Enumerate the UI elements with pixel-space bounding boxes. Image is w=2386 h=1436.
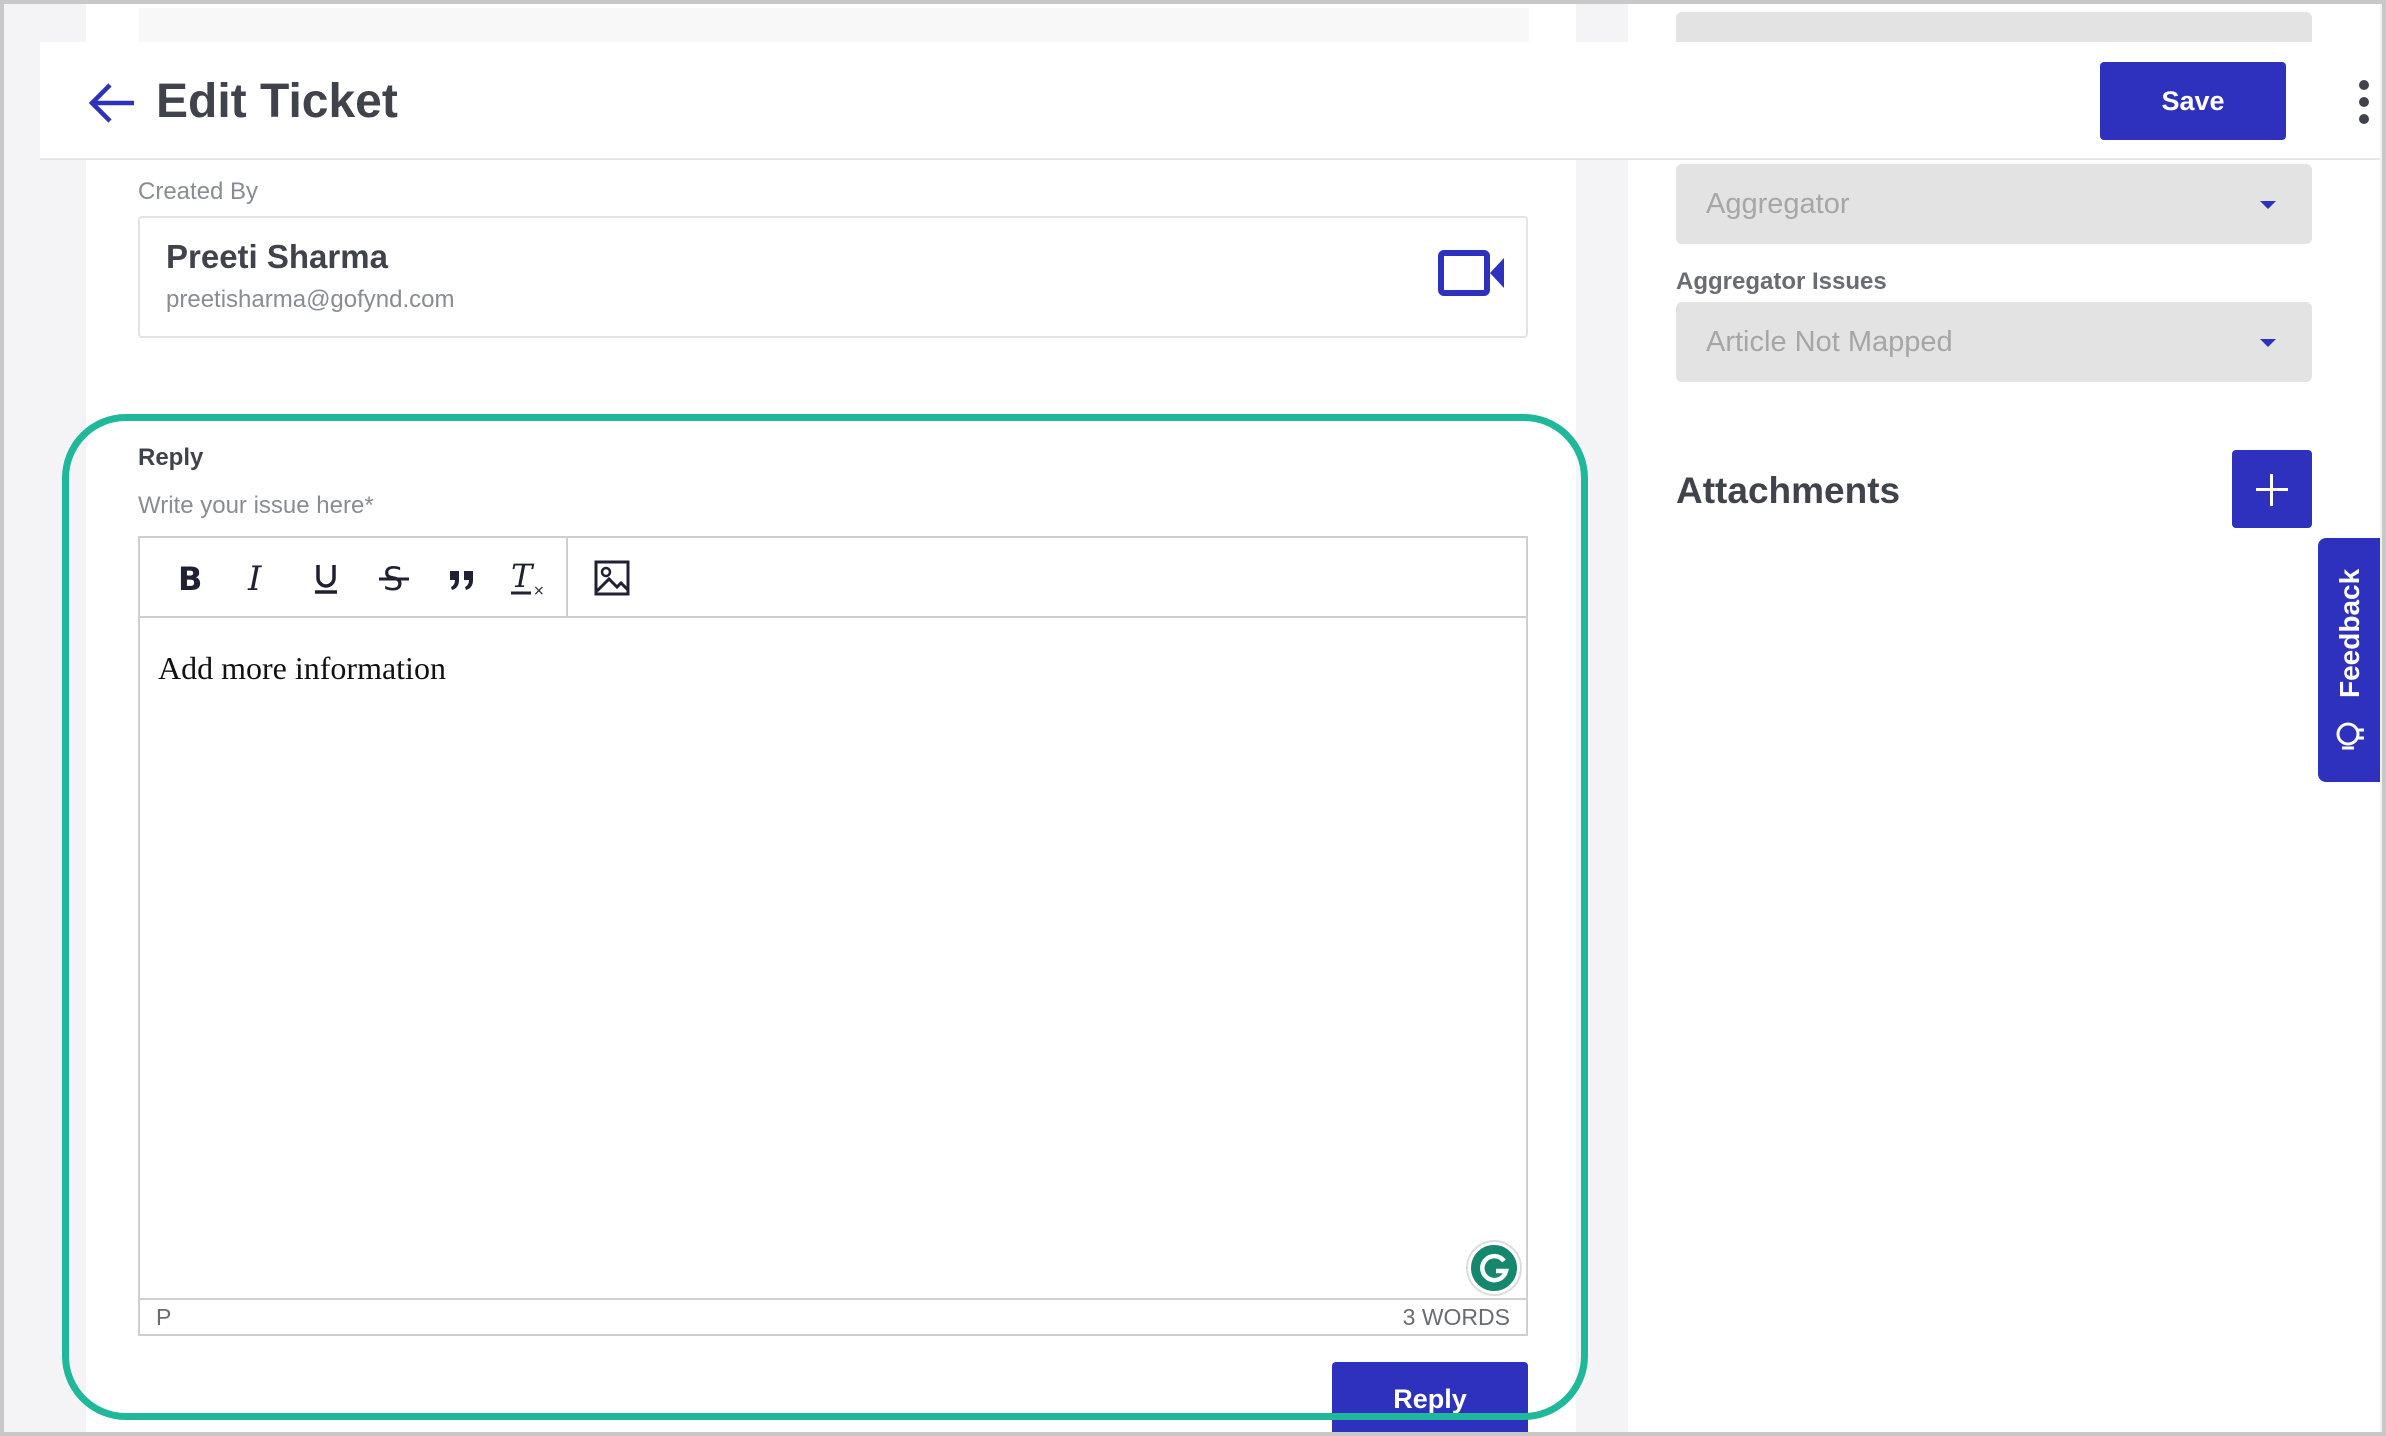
attachments-title: Attachments xyxy=(1676,470,1901,511)
creator-name: Preeti Sharma xyxy=(166,238,388,275)
element-path: P xyxy=(156,1304,172,1330)
editor-content: Add more information xyxy=(158,650,446,686)
column-gutter xyxy=(1576,4,1628,1432)
scrollbar-track[interactable] xyxy=(2380,4,2382,1432)
aggregator-value: Aggregator xyxy=(1706,188,1850,220)
aggregator-issues-label: Aggregator Issues xyxy=(1676,268,1887,295)
page-header: Edit Ticket Save xyxy=(40,42,2380,160)
bold-icon[interactable]: B xyxy=(164,552,216,604)
caret-down-icon xyxy=(2260,201,2276,209)
arrow-left-icon[interactable] xyxy=(88,82,136,124)
quote-icon[interactable] xyxy=(436,552,488,604)
caret-down-icon xyxy=(2260,339,2276,347)
svg-text:×: × xyxy=(533,583,545,597)
editor-status-bar: P 3 WORDS xyxy=(140,1298,1526,1334)
save-button[interactable]: Save xyxy=(2100,62,2286,140)
rich-text-editor: B I S T × Add more information P 3 WORDS xyxy=(138,536,1528,1336)
aggregator-issues-value: Article Not Mapped xyxy=(1706,326,1953,358)
strikethrough-icon[interactable]: S xyxy=(368,552,420,604)
toolbar-separator xyxy=(566,538,568,616)
aggregator-issues-select[interactable]: Article Not Mapped xyxy=(1676,302,2312,382)
feedback-label: Feedback xyxy=(2334,568,2365,698)
reply-label: Reply xyxy=(138,444,204,471)
editor-toolbar: B I S T × xyxy=(140,538,1526,618)
kebab-menu-icon[interactable] xyxy=(2352,80,2376,124)
underline-icon[interactable] xyxy=(300,552,352,604)
svg-text:B: B xyxy=(178,561,202,595)
reply-button-label: Reply xyxy=(1393,1384,1467,1414)
add-attachment-button[interactable] xyxy=(2232,450,2312,528)
aggregator-select[interactable]: Aggregator xyxy=(1676,164,2312,244)
editor-content-area[interactable] xyxy=(140,618,1526,1298)
created-by-card: Preeti Sharma preetisharma@gofynd.com xyxy=(138,216,1528,338)
reply-hint: Write your issue here* xyxy=(138,492,374,519)
svg-text:I: I xyxy=(247,561,262,595)
lightbulb-icon xyxy=(2336,722,2364,750)
partially-hidden-field[interactable] xyxy=(1676,12,2312,42)
creator-email: preetisharma@gofynd.com xyxy=(166,286,455,313)
plus-icon-stroke xyxy=(2270,474,2273,506)
clear-format-icon[interactable]: T × xyxy=(502,552,554,604)
page-title: Edit Ticket xyxy=(156,75,398,128)
app-frame: Created By Preeti Sharma preetisharma@go… xyxy=(0,0,2386,1436)
feedback-tab[interactable]: Feedback xyxy=(2318,538,2380,782)
card-top-strip xyxy=(139,8,1529,42)
word-count: 3 WORDS xyxy=(1402,1304,1510,1330)
created-by-label: Created By xyxy=(138,178,259,205)
grammarly-icon[interactable] xyxy=(1468,1242,1520,1294)
left-gutter xyxy=(4,4,86,1432)
reply-button[interactable]: Reply xyxy=(1332,1362,1528,1432)
svg-text:T: T xyxy=(511,559,535,595)
image-icon[interactable] xyxy=(586,552,638,604)
italic-icon[interactable]: I xyxy=(232,552,284,604)
video-camera-icon[interactable] xyxy=(1438,248,1506,298)
